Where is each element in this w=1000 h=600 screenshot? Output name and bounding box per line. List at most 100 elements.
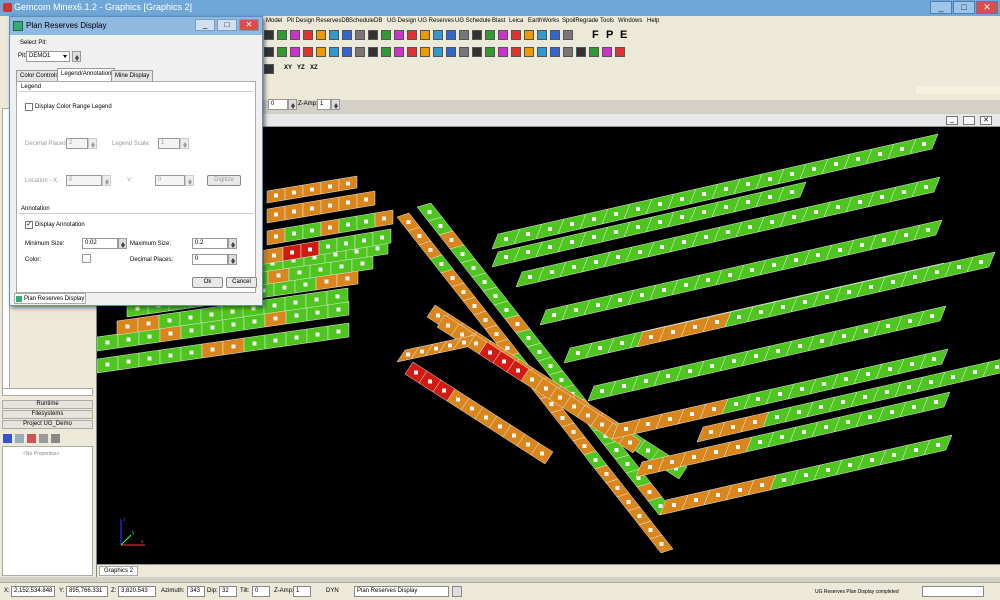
max-size-input[interactable]: 0.2 [192, 238, 228, 249]
display-annotation-checkbox[interactable]: ✓ [25, 221, 33, 229]
menu-leica[interactable]: Leica [509, 16, 523, 26]
location-y-input[interactable]: 0 [155, 175, 185, 186]
toolbar-tool-icon[interactable] [342, 47, 352, 57]
toolbar-tool-icon[interactable] [485, 47, 495, 57]
min-size-spinner[interactable] [118, 238, 127, 249]
tab-mine-display[interactable]: Mine Display [111, 70, 154, 81]
toolbar-tool-icon[interactable] [303, 47, 313, 57]
zamp-toolbar-spinner[interactable] [331, 99, 340, 110]
annotation-color-swatch[interactable] [82, 254, 91, 263]
properties-category-icon[interactable] [15, 434, 24, 443]
cancel-button[interactable]: Cancel [226, 277, 257, 288]
toolbar-tool-icon[interactable] [446, 30, 456, 40]
display-color-range-checkbox[interactable] [25, 103, 33, 111]
menu-help[interactable]: Help [647, 16, 659, 26]
toolbar-tool-icon[interactable] [485, 30, 495, 40]
toolbar-tool-icon[interactable] [355, 47, 365, 57]
toolbar-tool-icon[interactable] [537, 47, 547, 57]
toolbar-tool-icon[interactable] [368, 47, 378, 57]
toolbar-tool-icon[interactable] [524, 30, 534, 40]
status-dyn-label[interactable]: DYN [326, 588, 339, 594]
view-xy-button[interactable]: XY [284, 65, 292, 71]
menu-pit-design[interactable]: Pit Design [287, 16, 314, 26]
dialog-footer-tab[interactable]: Plan Reserves Display [14, 293, 86, 304]
toolbar-tool-icon[interactable] [511, 30, 521, 40]
toolbar-tool-icon[interactable] [420, 30, 430, 40]
toolbar-tool-icon[interactable] [264, 47, 274, 57]
toolbar-tool-icon[interactable] [316, 30, 326, 40]
toolbar-tool-icon[interactable] [602, 47, 612, 57]
toolbar-tool-icon[interactable] [433, 30, 443, 40]
annotation-decimal-places-input[interactable]: 0 [192, 254, 228, 265]
toolbar-tool-icon[interactable] [459, 30, 469, 40]
menu-ug-schedule[interactable]: UG Schedule [455, 16, 491, 26]
view-minimize-icon[interactable]: _ [946, 116, 958, 125]
toolbar-tool-icon[interactable] [576, 47, 586, 57]
text-tool-e-button[interactable]: E [620, 29, 627, 41]
view-xz-button[interactable]: XZ [310, 65, 318, 71]
tab-legend-annotation[interactable]: Legend/Annotation [57, 68, 116, 81]
view-yz-button[interactable]: YZ [297, 65, 305, 71]
toolbar-tool-icon[interactable] [277, 47, 287, 57]
legend-scale-input[interactable]: 1 [158, 138, 180, 149]
menu-earthworks[interactable]: EarthWorks [528, 16, 559, 26]
menu-model[interactable]: Model [266, 16, 282, 26]
digitize-button[interactable]: Digitize [207, 175, 241, 186]
menu-windows[interactable]: Windows [618, 16, 642, 26]
toolbar-tool-icon[interactable] [394, 47, 404, 57]
toolbar-tool-icon[interactable] [420, 47, 430, 57]
toolbar-tool-icon[interactable] [264, 30, 274, 40]
view-restore-icon[interactable] [963, 116, 975, 125]
toolbar-tool-icon[interactable] [563, 47, 573, 57]
view-field-input[interactable]: 0 [268, 99, 288, 110]
toolbar-tool-icon[interactable] [563, 30, 573, 40]
toolbar-tool-icon[interactable] [394, 30, 404, 40]
location-x-spinner[interactable] [102, 175, 111, 186]
minimize-button[interactable]: _ [930, 1, 952, 14]
text-tool-f-button[interactable]: F [592, 29, 599, 41]
toolbar-tool-icon[interactable] [329, 30, 339, 40]
toolbar-tool-icon[interactable] [264, 64, 274, 74]
toolbar-tool-icon[interactable] [550, 47, 560, 57]
location-y-spinner[interactable] [185, 175, 194, 186]
properties-view-icon[interactable] [39, 434, 48, 443]
toolbar-tool-icon[interactable] [524, 47, 534, 57]
menu-blast[interactable]: Blast [492, 16, 505, 26]
toolbar-tool-icon[interactable] [303, 30, 313, 40]
status-mode-chevron-icon[interactable] [452, 586, 462, 597]
menu-ug-design[interactable]: UG Design [387, 16, 416, 26]
menu-reservesdb[interactable]: ReservesDB [316, 16, 350, 26]
dialog-title-bar[interactable]: Plan Reserves Display _ □ ✕ [10, 17, 262, 35]
toolbar-tool-icon[interactable] [381, 47, 391, 57]
toolbar-tool-icon[interactable] [342, 30, 352, 40]
toolbar-tool-icon[interactable] [277, 30, 287, 40]
dialog-maximize-button[interactable]: □ [217, 19, 237, 31]
toolbar-tool-icon[interactable] [290, 30, 300, 40]
toolbar-tool-icon[interactable] [355, 30, 365, 40]
menu-scheduledb[interactable]: ScheduleDB [349, 16, 382, 26]
view-close-icon[interactable]: ✕ [980, 116, 992, 125]
min-size-input[interactable]: 0.02 [82, 238, 118, 249]
toolbar-tool-icon[interactable] [615, 47, 625, 57]
toolbar-tool-icon[interactable] [472, 47, 482, 57]
toolbar-tool-icon[interactable] [537, 30, 547, 40]
toolbar-tool-icon[interactable] [498, 47, 508, 57]
toolbar-tool-icon[interactable] [407, 30, 417, 40]
toolbar-tool-icon[interactable] [589, 47, 599, 57]
properties-sort-icon[interactable] [3, 434, 12, 443]
status-mode-select[interactable]: Plan Reserves Display [354, 586, 449, 597]
legend-decimal-places-input[interactable]: 2 [66, 138, 88, 149]
annotation-decimal-places-spinner[interactable] [228, 254, 237, 265]
properties-filter-icon[interactable] [27, 434, 36, 443]
sidebar-item-filesystems[interactable]: Filesystems [2, 410, 93, 419]
properties-help-icon[interactable] [51, 434, 60, 443]
toolbar-tool-icon[interactable] [511, 47, 521, 57]
sidebar-item-runtime[interactable]: Runtime [2, 400, 93, 409]
menu-tools[interactable]: Tools [600, 16, 614, 26]
toolbar-tool-icon[interactable] [290, 47, 300, 57]
tab-color-controls[interactable]: Color Controls [16, 70, 63, 81]
dialog-close-button[interactable]: ✕ [239, 19, 259, 31]
dialog-minimize-button[interactable]: _ [195, 19, 215, 31]
toolbar-tool-icon[interactable] [472, 30, 482, 40]
sidebar-item-project[interactable]: Project UG_Demo [2, 420, 93, 429]
